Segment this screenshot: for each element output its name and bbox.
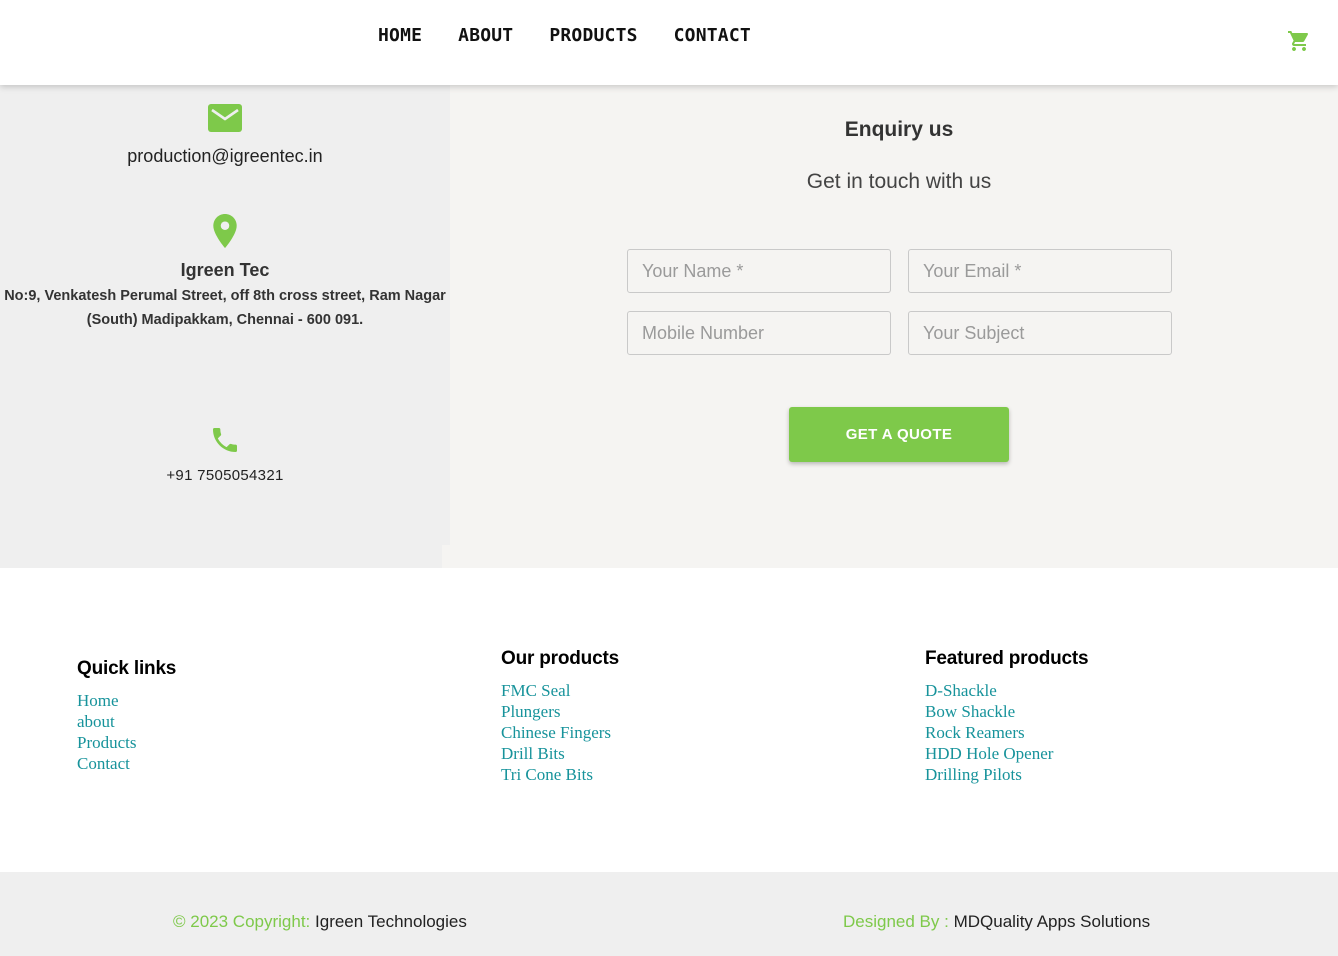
enquiry-title: Enquiry us — [844, 118, 954, 141]
featured-link-hdd-hole-opener[interactable]: HDD Hole Opener — [925, 743, 1088, 764]
address-line-2: (South) Madipakkam, Chennai - 600 091. — [86, 312, 364, 328]
contact-section: production@igreentec.in Igreen Tec No:9,… — [0, 85, 1338, 568]
nav-home[interactable]: HOME — [378, 25, 422, 46]
product-link-fmc-seal[interactable]: FMC Seal — [501, 680, 619, 701]
our-products-title: Our products — [501, 648, 619, 669]
nav-about[interactable]: ABOUT — [458, 25, 513, 46]
name-field[interactable] — [627, 249, 891, 293]
featured-products-column: Featured products D-Shackle Bow Shackle … — [925, 648, 1089, 785]
phone-icon — [213, 428, 237, 452]
featured-link-rock-reamers[interactable]: Rock Reamers — [925, 722, 1088, 743]
address-line-1: No:9, Venkatesh Perumal Street, off 8th … — [4, 288, 446, 304]
contact-email: production@igreentec.in — [127, 146, 323, 166]
designed-by-label: Designed By : — [843, 912, 949, 931]
copyright-text: © 2023 Copyright: Igreen Technologies — [173, 912, 467, 932]
copyright-owner: Igreen Technologies — [315, 912, 467, 931]
quick-links-column: Quick links Home about Products Contact — [77, 658, 176, 774]
product-link-tri-cone-bits[interactable]: Tri Cone Bits — [501, 764, 619, 785]
footer-link-about[interactable]: about — [77, 711, 176, 732]
location-pin-icon — [213, 214, 237, 248]
featured-link-drilling-pilots[interactable]: Drilling Pilots — [925, 764, 1088, 785]
featured-link-bow-shackle[interactable]: Bow Shackle — [925, 701, 1088, 722]
email-field[interactable] — [908, 249, 1172, 293]
site-header: HOME ABOUT PRODUCTS CONTACT — [0, 0, 1338, 85]
cart-icon[interactable] — [1287, 29, 1311, 53]
footer-link-contact[interactable]: Contact — [77, 753, 176, 774]
panel-divider — [442, 545, 450, 568]
mail-icon — [208, 104, 242, 132]
get-quote-button[interactable]: GET A QUOTE — [789, 407, 1009, 462]
footer-links: Quick links Home about Products Contact … — [0, 568, 1338, 872]
our-products-column: Our products FMC Seal Plungers Chinese F… — [501, 648, 619, 785]
mobile-field[interactable] — [627, 311, 891, 355]
quick-links-title: Quick links — [77, 658, 177, 679]
nav-products[interactable]: PRODUCTS — [549, 25, 637, 46]
footer-link-products[interactable]: Products — [77, 732, 176, 753]
enquiry-subtitle: Get in touch with us — [806, 170, 992, 193]
contact-phone: +91 7505054321 — [166, 467, 284, 484]
product-link-drill-bits[interactable]: Drill Bits — [501, 743, 619, 764]
footer-link-home[interactable]: Home — [77, 690, 176, 711]
designer-name: MDQuality Apps Solutions — [953, 912, 1151, 931]
nav-contact[interactable]: CONTACT — [674, 25, 751, 46]
copyright-label: © 2023 Copyright: — [173, 912, 311, 931]
company-name: Igreen Tec — [180, 260, 270, 280]
product-link-chinese-fingers[interactable]: Chinese Fingers — [501, 722, 619, 743]
company-address: No:9, Venkatesh Perumal Street, off 8th … — [0, 284, 450, 332]
contact-info-panel: production@igreentec.in Igreen Tec No:9,… — [0, 85, 450, 568]
main-nav: HOME ABOUT PRODUCTS CONTACT — [378, 25, 751, 46]
designed-by-text: Designed By : MDQuality Apps Solutions — [843, 912, 1150, 932]
featured-products-title: Featured products — [925, 648, 1089, 669]
featured-link-d-shackle[interactable]: D-Shackle — [925, 680, 1088, 701]
copyright-bar: © 2023 Copyright: Igreen Technologies De… — [0, 872, 1338, 956]
product-link-plungers[interactable]: Plungers — [501, 701, 619, 722]
subject-field[interactable] — [908, 311, 1172, 355]
